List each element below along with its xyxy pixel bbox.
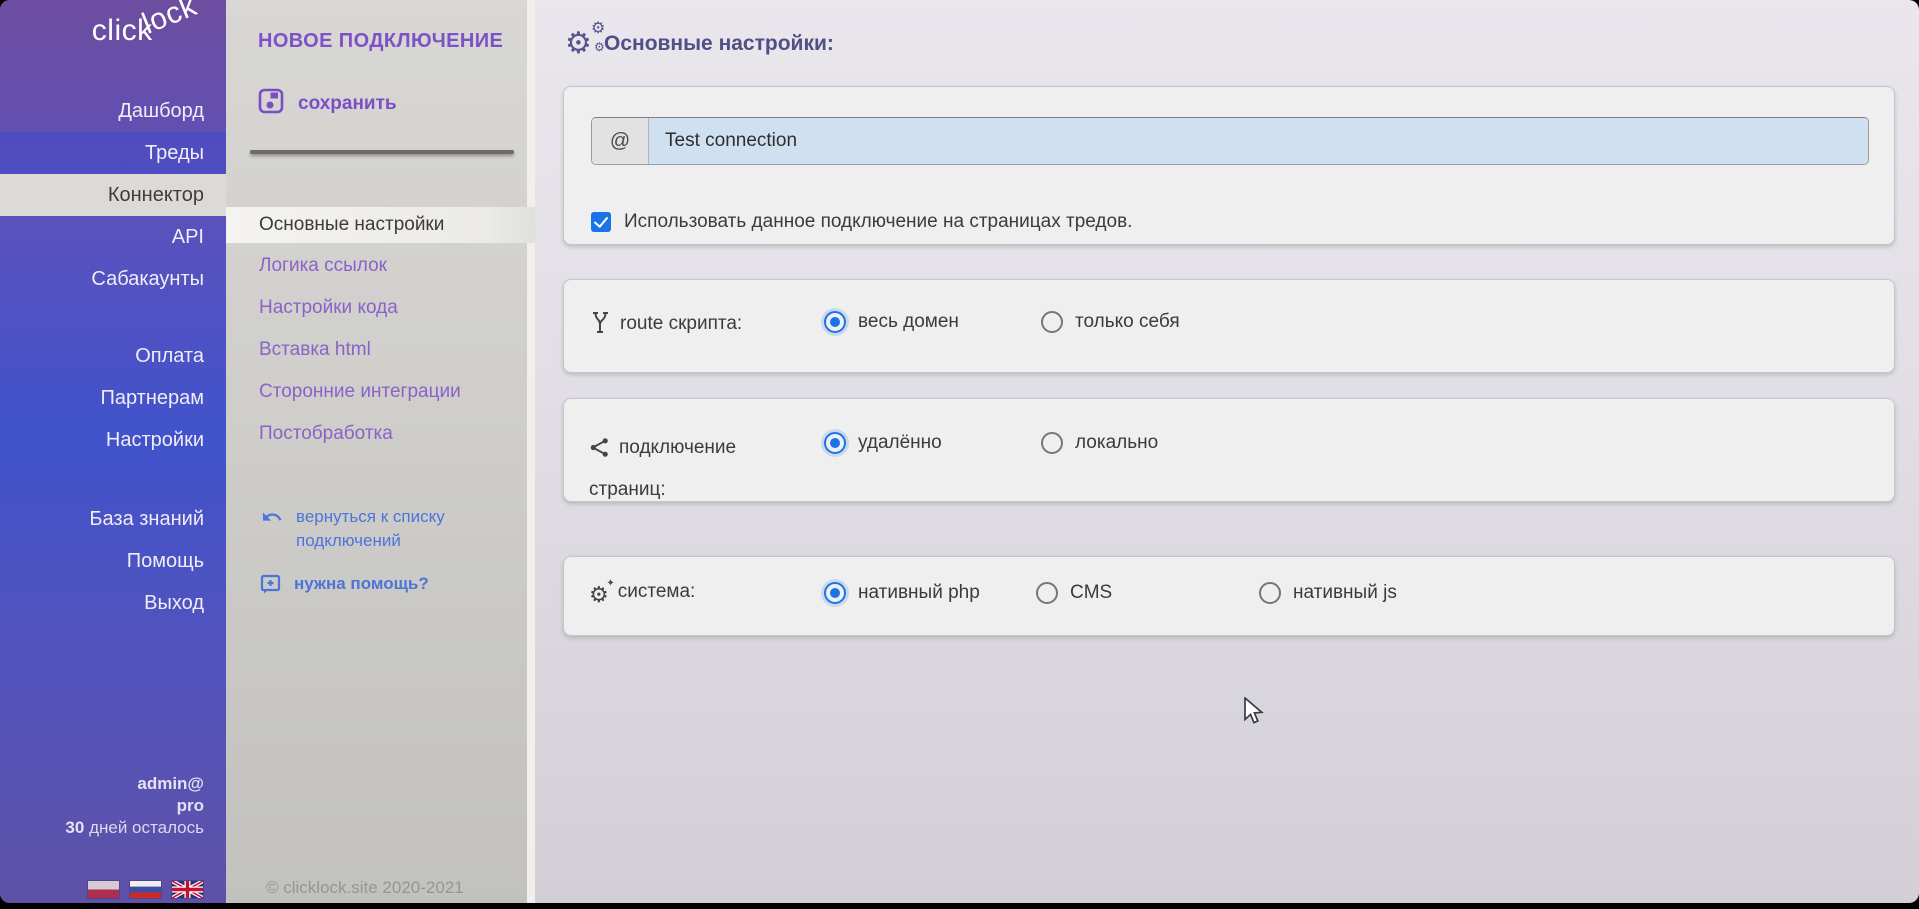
radio-label: локально — [1075, 432, 1158, 454]
panel-divider — [250, 150, 514, 154]
radio-label: CMS — [1070, 582, 1112, 604]
radio-option-whole-domain[interactable]: весь домен — [824, 311, 959, 333]
radio-unselected-icon[interactable] — [1259, 582, 1281, 604]
back-to-list-link[interactable]: вернуться к списку подключений — [260, 505, 486, 553]
pages-connection-label: подключение страниц: — [589, 429, 764, 508]
help-bubble-plus-icon — [260, 574, 282, 599]
sidebar-item-connector[interactable]: Коннектор — [0, 174, 226, 216]
need-help-label: нужна помощь? — [294, 572, 429, 596]
use-on-threads-label: Использовать данное подключение на стран… — [624, 211, 1132, 233]
sidebar-item-payment[interactable]: Оплата — [0, 335, 226, 377]
connection-name-card: @ Использовать данное подключение на стр… — [563, 86, 1895, 245]
radio-option-remote[interactable]: удалённо — [824, 432, 942, 454]
at-sign-addon: @ — [592, 118, 649, 164]
sidebar: clicklock Дашборд Треды Коннектор API Са… — [0, 0, 226, 903]
panel-tab-html-insert[interactable]: Вставка html — [226, 332, 535, 368]
radio-option-native-js[interactable]: нативный js — [1259, 582, 1397, 604]
app-window: clicklock Дашборд Треды Коннектор API Са… — [0, 0, 1919, 903]
script-route-card: route скрипта: весь домен только себя — [563, 279, 1895, 373]
sidebar-item-dashboard[interactable]: Дашборд — [0, 90, 226, 132]
panel-tab-code-settings[interactable]: Настройки кода — [226, 290, 535, 326]
app-logo: clicklock — [92, 14, 208, 48]
sidebar-item-subaccounts[interactable]: Сабакаунты — [0, 258, 226, 300]
undo-arrow-icon — [260, 508, 284, 531]
panel-tab-basic-settings[interactable]: Основные настройки — [226, 207, 535, 243]
radio-label: только себя — [1075, 311, 1180, 333]
radio-option-local[interactable]: локально — [1041, 432, 1158, 454]
script-route-label: route скрипта: — [589, 310, 742, 340]
checkbox-checked-icon[interactable] — [591, 212, 611, 232]
radio-unselected-icon[interactable] — [1041, 311, 1063, 333]
radio-label: нативный js — [1293, 582, 1397, 604]
panel-tab-integrations[interactable]: Сторонние интеграции — [226, 374, 535, 410]
page-title: Основные настройки: — [604, 32, 834, 56]
account-info: admin@ pro 30 дней осталось — [65, 773, 204, 839]
radio-unselected-icon[interactable] — [1036, 582, 1058, 604]
radio-option-native-php[interactable]: нативный php — [824, 582, 980, 604]
sidebar-item-settings[interactable]: Настройки — [0, 419, 226, 461]
group-label-text: route скрипта: — [620, 313, 742, 334]
radio-label: нативный php — [858, 582, 980, 604]
account-email: admin@ — [65, 773, 204, 795]
radio-option-cms[interactable]: CMS — [1036, 582, 1112, 604]
sidebar-item-help[interactable]: Помощь — [0, 540, 226, 582]
sidebar-item-api[interactable]: API — [0, 216, 226, 258]
panel-tab-link-logic[interactable]: Логика ссылок — [226, 248, 535, 284]
use-on-threads-option[interactable]: Использовать данное подключение на стран… — [591, 211, 1132, 233]
flag-white-red-icon[interactable] — [88, 881, 119, 898]
share-icon — [589, 434, 610, 471]
save-label: сохранить — [298, 93, 397, 115]
radio-selected-icon[interactable] — [824, 582, 846, 604]
mouse-cursor — [1243, 697, 1267, 731]
account-days-left: 30 дней осталось — [65, 817, 204, 839]
radio-label: весь домен — [858, 311, 959, 333]
radio-option-only-self[interactable]: только себя — [1041, 311, 1180, 333]
settings-gears-icon: ⚙⚙⚙ — [565, 20, 609, 64]
connection-name-input-group: @ — [591, 117, 1869, 165]
connection-name-input[interactable] — [649, 118, 1868, 164]
flag-uk-icon[interactable] — [172, 881, 203, 898]
pages-connection-card: подключение страниц: удалённо локально — [563, 398, 1895, 502]
sidebar-item-threads[interactable]: Треды — [0, 132, 226, 174]
system-label: ⚙✦ система: — [589, 581, 695, 607]
save-icon — [258, 88, 284, 119]
back-to-list-label: вернуться к списку подключений — [296, 505, 486, 553]
radio-unselected-icon[interactable] — [1041, 432, 1063, 454]
need-help-link[interactable]: нужна помощь? — [260, 572, 429, 599]
days-text: дней осталось — [89, 818, 204, 837]
save-button[interactable]: сохранить — [258, 88, 397, 119]
days-number: 30 — [65, 818, 84, 837]
account-plan: pro — [65, 795, 204, 817]
sidebar-item-logout[interactable]: Выход — [0, 582, 226, 624]
group-label-text: система: — [618, 581, 696, 602]
sidebar-item-partners[interactable]: Партнерам — [0, 377, 226, 419]
copyright-text: © clicklock.site 2020-2021 — [266, 878, 464, 898]
logo-lock-text: lock — [137, 0, 201, 42]
radio-selected-icon[interactable] — [824, 311, 846, 333]
gear-suggest-icon: ⚙✦ — [589, 585, 609, 607]
panel-title: НОВОЕ ПОДКЛЮЧЕНИЕ — [258, 30, 503, 53]
radio-selected-icon[interactable] — [824, 432, 846, 454]
flag-russia-icon[interactable] — [130, 881, 161, 898]
route-fork-icon — [589, 310, 611, 340]
connection-panel: НОВОЕ ПОДКЛЮЧЕНИЕ сохранить Основные нас… — [226, 0, 535, 903]
sidebar-item-knowledge-base[interactable]: База знаний — [0, 498, 226, 540]
language-switcher — [88, 881, 203, 898]
system-card: ⚙✦ система: нативный php CMS нативный js — [563, 556, 1895, 636]
radio-label: удалённо — [858, 432, 942, 454]
panel-tab-postprocessing[interactable]: Постобработка — [226, 416, 535, 452]
group-label-text: подключение страниц: — [589, 437, 736, 500]
